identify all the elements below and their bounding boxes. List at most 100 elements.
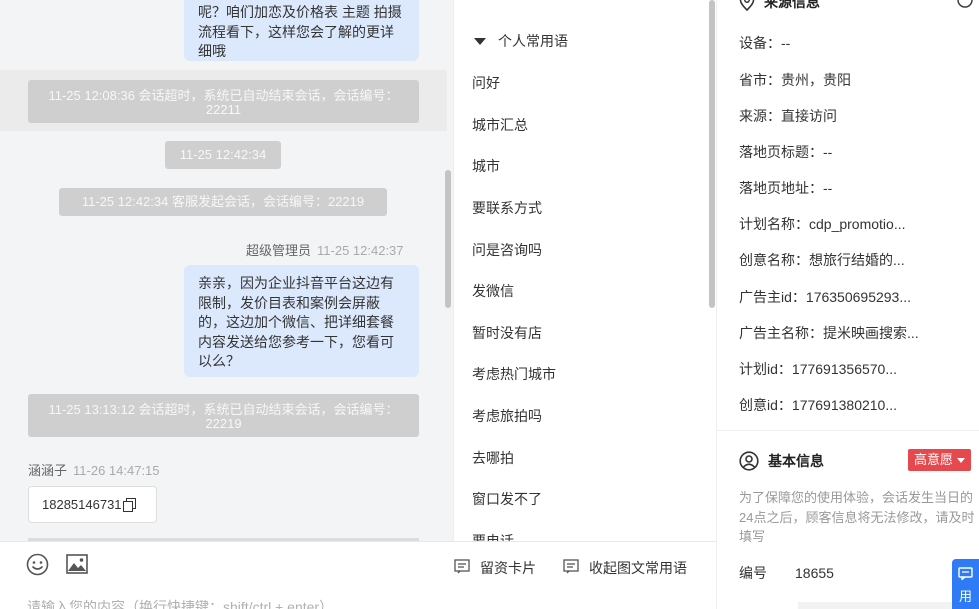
message-text: 亲亲，因为企业抖音平台这边有限制，发价目表和案例会屏蔽的，这边加个微信、把详细套…: [198, 275, 394, 369]
info-label: 计划名称：: [739, 216, 809, 232]
info-value: 176350695293...: [805, 289, 912, 305]
intent-tag-label: 高意愿: [914, 452, 954, 467]
info-label: 省市：: [739, 72, 781, 88]
info-row-landing-title: 落地页标题：--: [739, 142, 832, 162]
message-input[interactable]: 请输入您的内容（换行快捷键：shift/ctrl + enter）: [27, 597, 333, 609]
message-meta-agent: 超级管理员 11-25 12:42:37: [246, 240, 404, 259]
info-row-source: 来源：直接访问: [739, 106, 837, 126]
info-row-plan-name: 计划名称：cdp_promotio...: [739, 214, 906, 234]
system-message-text: 11-25 13:13:12 会话超时，系统已自动结束会话，会话编号：22219: [48, 401, 399, 431]
phrase-item[interactable]: 城市: [472, 156, 500, 176]
time-divider-text: 11-25 12:42:34: [179, 147, 267, 162]
info-label: 广告主名称：: [739, 325, 823, 341]
phrase-group-header[interactable]: 个人常用语: [474, 31, 568, 51]
system-message: 11-25 12:08:36 会话超时，系统已自动结束会话，会话编号：22211: [28, 80, 419, 123]
basic-info-label: 基本信息: [768, 453, 824, 469]
message-bubble-agent: 亲亲，因为企业抖音平台这边有限制，发价目表和案例会屏蔽的，这边加个微信、把详细套…: [184, 265, 419, 377]
copy-icon[interactable]: [122, 497, 136, 512]
phrase-group-label: 个人常用语: [498, 33, 568, 49]
phrase-item[interactable]: 去哪拍: [472, 448, 514, 468]
info-label: 创意名称：: [739, 252, 809, 268]
phrase-item[interactable]: 要联系方式: [472, 198, 542, 218]
info-label: 来源：: [739, 108, 781, 124]
message-input-area: 留资卡片 收起图文常用语 请输入您的内容（换行快捷键：shift/ctrl + …: [0, 541, 716, 609]
leave-card-label: 留资卡片: [480, 560, 536, 576]
time-divider: 11-25 12:42:34: [165, 141, 281, 169]
phrase-item[interactable]: 发微信: [472, 281, 514, 301]
info-label: 落地页地址：: [739, 180, 823, 196]
info-value: 提米映画搜索...: [823, 325, 919, 341]
intent-tag-dropdown[interactable]: 高意愿: [908, 449, 972, 471]
info-value: cdp_promotio...: [809, 216, 906, 232]
info-label: 编号: [739, 565, 767, 581]
info-value: --: [823, 180, 833, 196]
phrase-item[interactable]: 考虑热门城市: [472, 364, 556, 384]
edit-notice: 为了保障您的使用体验，会话发生当日的24点之后，顾客信息将无法修改，请及时填写: [739, 490, 975, 544]
source-info-title: 来源信息: [739, 0, 820, 12]
info-label: 广告主id：: [739, 289, 806, 305]
info-row-creative-id: 创意id：177691380210...: [739, 395, 897, 415]
collapse-phrases-button[interactable]: 收起图文常用语: [563, 558, 687, 578]
info-row-device: 设备：--: [739, 33, 790, 53]
section-divider: [717, 430, 979, 431]
phrases-scrollbar[interactable]: [709, 0, 715, 308]
source-info-label: 来源信息: [764, 0, 820, 10]
phrase-item[interactable]: 要电话: [472, 531, 514, 541]
info-value: 177691356570...: [791, 361, 898, 377]
caret-down-icon: [957, 457, 966, 463]
phrase-item[interactable]: 暂时没有店: [472, 323, 542, 343]
system-message: 11-25 12:42:34 客服发起会话，会话编号：22219: [59, 188, 387, 216]
info-value: 想旅行结婚的...: [809, 252, 905, 268]
user-icon: [739, 451, 759, 471]
info-value: 18655: [795, 565, 834, 581]
input-field-edge[interactable]: [798, 602, 958, 609]
message-meta-customer: 涵涵子 11-26 14:47:15: [28, 460, 160, 479]
info-label: 设备：: [739, 35, 781, 51]
info-row-province: 省市：贵州，贵阳: [739, 70, 851, 90]
edit-icon[interactable]: [957, 0, 973, 11]
caret-down-icon: [474, 37, 486, 45]
system-message-text: 11-25 12:42:34 客服发起会话，会话编号：22219: [81, 194, 365, 209]
message-bubble-agent: 呢？咱们加恋及价格表 主题 拍摄流程看下，这样您会了解的更详细哦: [184, 0, 419, 61]
message-time: 11-26 14:47:15: [73, 463, 160, 478]
message-text: 呢？咱们加恋及价格表 主题 拍摄流程看下，这样您会了解的更详细哦: [198, 4, 402, 59]
system-message: 11-25 13:13:12 会话超时，系统已自动结束会话，会话编号：22219: [28, 394, 419, 437]
info-value: 贵州，贵阳: [781, 72, 851, 88]
info-label: 落地页标题：: [739, 144, 823, 160]
card-icon: [454, 559, 470, 577]
chat-icon: [958, 567, 973, 581]
customer-info-panel: 来源信息 设备：-- 省市：贵州，贵阳 来源：直接访问 落地页标题：-- 落地页…: [716, 0, 979, 609]
phrase-item[interactable]: 城市汇总: [472, 115, 528, 135]
info-value: --: [781, 35, 791, 51]
floating-service-button[interactable]: 用: [952, 559, 979, 609]
phrase-item[interactable]: 考虑旅拍吗: [472, 406, 542, 426]
info-value: 直接访问: [781, 108, 837, 124]
phone-message[interactable]: 18285146731: [28, 486, 157, 523]
info-value: 177691380210...: [791, 397, 898, 413]
location-icon: [739, 0, 755, 11]
info-value: --: [823, 144, 833, 160]
message-time: 11-25 12:42:37: [317, 243, 404, 258]
sender-name: 涵涵子: [28, 463, 68, 478]
phrase-item[interactable]: 问是咨询吗: [472, 240, 542, 260]
chat-scrollbar[interactable]: [445, 170, 451, 308]
info-row-number: 编号 18655: [739, 563, 834, 583]
info-row-plan-id: 计划id：177691356570...: [739, 359, 897, 379]
info-row-advertiser-name: 广告主名称：提米映画搜索...: [739, 323, 919, 343]
floating-button-label: 用: [958, 589, 972, 604]
common-phrases-panel: 个人常用语 问好 城市汇总 城市 要联系方式 问是咨询吗 发微信 暂时没有店 考…: [453, 0, 716, 541]
phrase-item[interactable]: 窗口发不了: [472, 489, 542, 509]
system-message-text: 11-25 12:08:36 会话超时，系统已自动结束会话，会话编号：22211: [48, 87, 399, 117]
message-icon: [563, 559, 579, 577]
phone-number: 18285146731: [42, 497, 122, 512]
info-label: 计划id：: [739, 361, 792, 377]
leave-card-button[interactable]: 留资卡片: [454, 558, 536, 578]
info-row-creative-name: 创意名称：想旅行结婚的...: [739, 250, 905, 270]
info-label: 创意id：: [739, 397, 792, 413]
basic-info-title: 基本信息: [739, 451, 824, 471]
sender-name: 超级管理员: [246, 243, 312, 258]
smile-icon[interactable]: [26, 553, 49, 579]
phrase-item[interactable]: 问好: [472, 73, 500, 93]
info-row-landing-url: 落地页地址：--: [739, 178, 832, 198]
image-icon[interactable]: [66, 554, 88, 577]
